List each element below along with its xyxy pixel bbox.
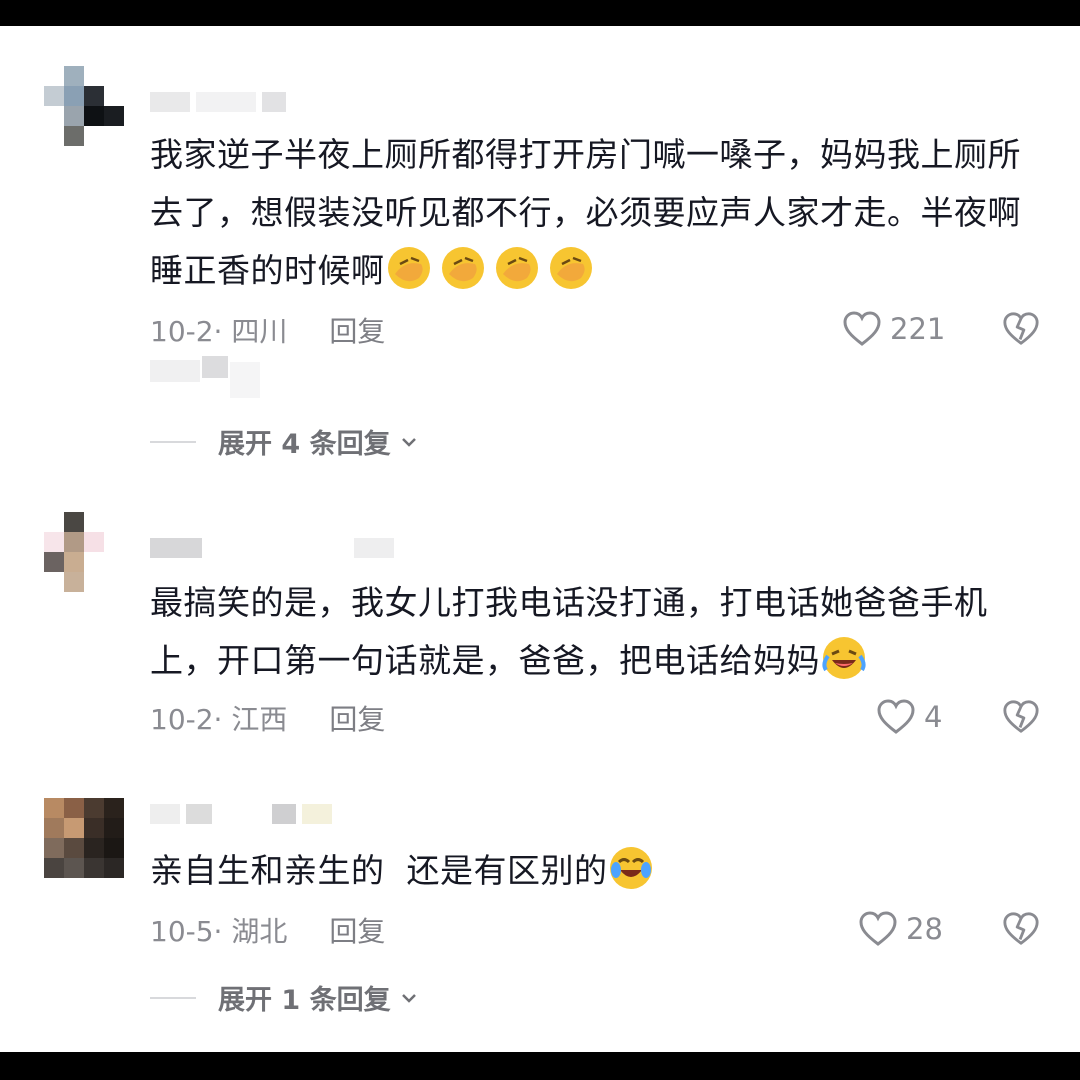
top-letterbox — [0, 0, 1080, 26]
heart-icon — [877, 699, 915, 734]
username-blurred[interactable] — [150, 90, 286, 114]
divider-line — [150, 996, 196, 999]
like-count: 221 — [890, 312, 946, 346]
facepalm-icon — [385, 247, 601, 290]
like-count: 4 — [924, 700, 943, 734]
username-blurred[interactable] — [150, 536, 394, 560]
heart-icon — [843, 311, 881, 346]
laughing-crying-icon — [820, 637, 874, 680]
date-location: 10-5· 湖北 — [150, 915, 288, 948]
comment-text: 最搞笑的是，我女儿打我电话没打通，打电话她爸爸手机上，开口第一句话就是，爸爸，把… — [150, 583, 988, 680]
bottom-letterbox — [0, 1052, 1080, 1080]
reply-button[interactable]: 回复 — [329, 310, 385, 350]
like-button[interactable]: 28 — [858, 910, 943, 948]
like-button[interactable]: 221 — [842, 310, 945, 348]
expand-replies[interactable]: 展开 4 条回复 — [150, 422, 419, 461]
like-count: 28 — [906, 912, 943, 946]
expand-label: 展开 4 条回复 — [218, 429, 391, 460]
broken-heart-icon[interactable] — [1002, 910, 1040, 948]
chevron-down-icon — [401, 993, 416, 1003]
blurred-pinned-reply — [150, 352, 260, 402]
avatar[interactable] — [44, 512, 124, 592]
comment-text: 亲自生和亲生的 还是有区别的 — [150, 842, 1030, 900]
username-blurred[interactable] — [150, 802, 332, 826]
comment-meta: 10-2· 江西 回复 — [150, 698, 385, 738]
expand-label: 展开 1 条回复 — [218, 985, 391, 1016]
comment-text: 我家逆子半夜上厕所都得打开房门喊一嗓子，妈妈我上厕所去了，想假装没听见都不行，必… — [150, 135, 1021, 290]
divider-line — [150, 440, 196, 443]
tears-of-joy-icon — [607, 847, 661, 890]
date-location: 10-2· 江西 — [150, 703, 288, 736]
chevron-down-icon — [401, 437, 416, 447]
expand-replies[interactable]: 展开 1 条回复 — [150, 978, 419, 1017]
date-location: 10-2· 四川 — [150, 315, 288, 348]
comment-meta: 10-2· 四川 回复 — [150, 310, 385, 350]
comment-meta: 10-5· 湖北 回复 — [150, 910, 385, 950]
reply-button[interactable]: 回复 — [329, 698, 385, 738]
reply-button[interactable]: 回复 — [329, 910, 385, 950]
broken-heart-icon[interactable] — [1002, 698, 1040, 736]
like-button[interactable]: 4 — [876, 698, 942, 736]
avatar[interactable] — [44, 798, 124, 878]
broken-heart-icon[interactable] — [1002, 310, 1040, 348]
heart-icon — [859, 911, 897, 946]
avatar[interactable] — [44, 66, 124, 146]
